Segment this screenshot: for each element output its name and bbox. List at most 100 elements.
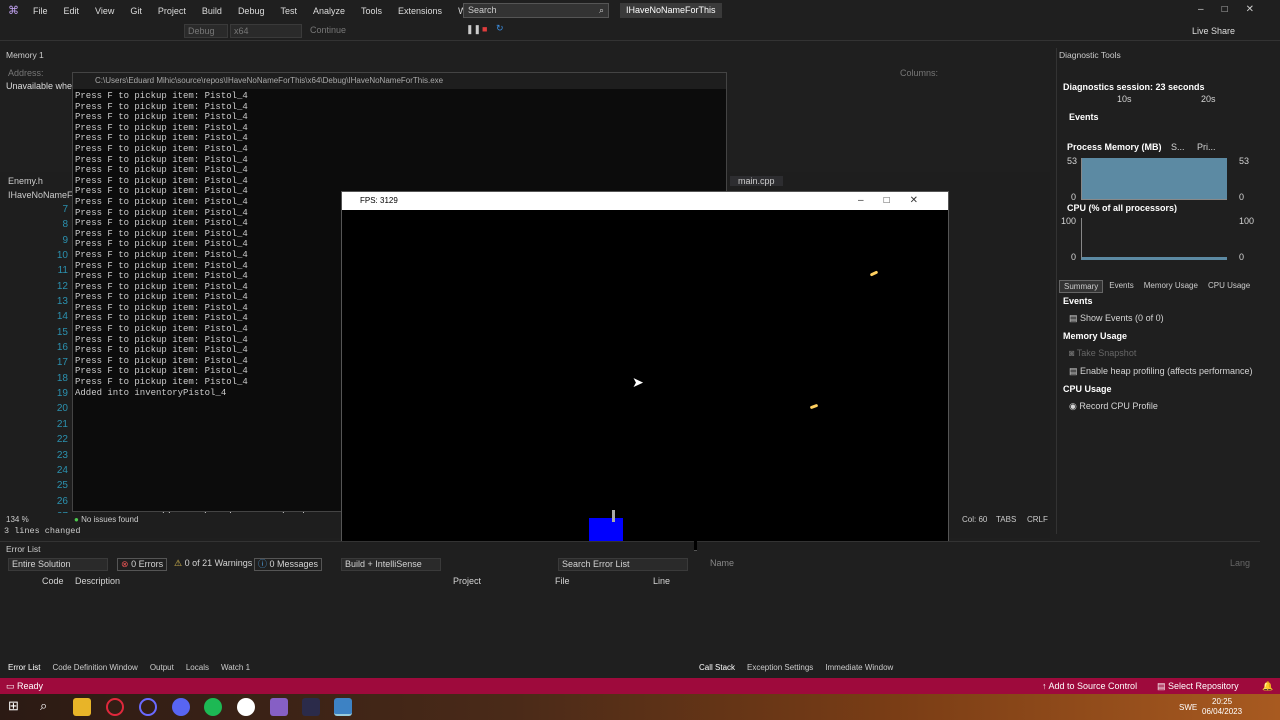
record-cpu-text: Record CPU Profile bbox=[1079, 401, 1158, 411]
errors-filter[interactable]: ⊗ 0 Errors bbox=[117, 558, 168, 571]
menu-item-extensions[interactable]: Extensions bbox=[390, 6, 450, 16]
clock-date[interactable]: 06/04/2023 bbox=[1202, 707, 1242, 716]
scope-dropdown[interactable]: Entire Solution bbox=[8, 558, 108, 571]
record-icon: ◉ bbox=[1069, 401, 1077, 411]
diag-tab-events[interactable]: Events bbox=[1105, 280, 1137, 293]
navigation-dropdown[interactable]: IHaveNoNameF bbox=[8, 190, 73, 200]
close-icon[interactable]: ✕ bbox=[1246, 4, 1272, 15]
select-repository[interactable]: ▤ Select Repository bbox=[1157, 678, 1239, 694]
diag-tab-summary[interactable]: Summary bbox=[1059, 280, 1104, 293]
config-dropdown[interactable]: Debug bbox=[184, 24, 228, 38]
process-memory-label: Process Memory (MB) bbox=[1067, 142, 1162, 152]
memory-min-left: 0 bbox=[1071, 192, 1077, 202]
warnings-filter[interactable]: ⚠ 0 of 21 Warnings bbox=[171, 558, 255, 571]
col-lang[interactable]: Lang bbox=[1230, 558, 1250, 568]
col-code[interactable]: Code bbox=[42, 576, 64, 586]
discord-icon[interactable] bbox=[172, 698, 190, 716]
menu-item-edit[interactable]: Edit bbox=[56, 6, 88, 16]
file-explorer-icon[interactable] bbox=[73, 698, 91, 716]
opera-gx-icon[interactable] bbox=[139, 698, 157, 716]
line-number: 23 bbox=[56, 449, 68, 461]
zoom-level[interactable]: 134 % bbox=[6, 515, 29, 524]
col-file[interactable]: File bbox=[555, 576, 570, 586]
bottom-tab-exception-settings[interactable]: Exception Settings bbox=[743, 663, 817, 672]
platform-dropdown[interactable]: x64 bbox=[230, 24, 302, 38]
tab-main-cpp[interactable]: main.cpp bbox=[730, 176, 783, 186]
bottom-tab-output[interactable]: Output bbox=[146, 663, 178, 672]
memory-legend-p: Pri... bbox=[1197, 142, 1216, 152]
col-line[interactable]: Line bbox=[653, 576, 670, 586]
line-number: 12 bbox=[56, 280, 68, 292]
vs-logo-icon[interactable]: ⌘ bbox=[8, 4, 19, 17]
line-number: 14 bbox=[56, 311, 68, 323]
bottom-tab-immediate-window[interactable]: Immediate Window bbox=[821, 663, 897, 672]
menu-item-view[interactable]: View bbox=[87, 6, 122, 16]
spotify-icon[interactable] bbox=[204, 698, 222, 716]
build-dropdown[interactable]: Build + IntelliSense bbox=[341, 558, 441, 571]
bottom-tab-code-definition-window[interactable]: Code Definition Window bbox=[48, 663, 141, 672]
menu-item-project[interactable]: Project bbox=[150, 6, 194, 16]
indent-mode[interactable]: TABS bbox=[996, 515, 1016, 524]
github-icon[interactable] bbox=[237, 698, 255, 716]
restart-icon[interactable]: ↻ bbox=[496, 23, 504, 34]
cpu-max-left: 100 bbox=[1061, 216, 1077, 226]
menu-items: File Edit View Git Project Build Debug Test Anal… bbox=[25, 6, 533, 16]
line-number: 18 bbox=[56, 372, 68, 384]
menu-item-tools[interactable]: Tools bbox=[353, 6, 390, 16]
search-taskbar-icon[interactable]: ⌕ bbox=[40, 698, 58, 716]
windows-start-icon[interactable]: ⊞ bbox=[8, 698, 26, 716]
memory-legend-s: S... bbox=[1171, 142, 1185, 152]
tab-enemy-h[interactable]: Enemy.h bbox=[8, 176, 43, 186]
timeline-10s: 10s bbox=[1117, 94, 1132, 104]
diag-tab-cpu-usage[interactable]: CPU Usage bbox=[1204, 280, 1254, 293]
visual-studio-icon[interactable] bbox=[270, 698, 288, 716]
cpu-graph bbox=[1081, 218, 1227, 260]
game-close-icon[interactable]: ✕ bbox=[910, 195, 938, 206]
continue-button[interactable]: Continue bbox=[310, 25, 346, 35]
game-window[interactable]: FPS: 3129 –□✕ ➤ bbox=[341, 191, 949, 552]
diag-tab-memory-usage[interactable]: Memory Usage bbox=[1140, 280, 1202, 293]
record-cpu-button[interactable]: ◉ Record CPU Profile bbox=[1069, 401, 1158, 412]
menu-item-analyze[interactable]: Analyze bbox=[305, 6, 353, 16]
line-number: 7 bbox=[62, 204, 68, 215]
col-project[interactable]: Project bbox=[453, 576, 481, 586]
line-numbers: 789101112131415161718192021222324252627 bbox=[40, 202, 68, 524]
maximize-icon[interactable]: □ bbox=[1222, 4, 1246, 15]
game-maximize-icon[interactable]: □ bbox=[884, 195, 910, 206]
col-name[interactable]: Name bbox=[710, 558, 734, 568]
bottom-tab-watch-1[interactable]: Watch 1 bbox=[217, 663, 254, 672]
error-search-input[interactable]: Search Error List bbox=[558, 558, 688, 571]
menu-item-git[interactable]: Git bbox=[122, 6, 150, 16]
diag-title: Diagnostic Tools bbox=[1057, 48, 1260, 62]
diag-tabs: Summary Events Memory Usage CPU Usage bbox=[1059, 280, 1256, 293]
show-events-link[interactable]: ▤ Show Events (0 of 0) bbox=[1069, 313, 1164, 324]
line-ending[interactable]: CRLF bbox=[1027, 515, 1048, 524]
stop-icon[interactable]: ■ bbox=[482, 24, 487, 34]
messages-filter[interactable]: ⓘ 0 Messages bbox=[254, 558, 323, 571]
search-input[interactable]: Search ⌕ bbox=[463, 3, 609, 18]
game-window-icon[interactable] bbox=[334, 698, 352, 716]
heap-profiling-toggle[interactable]: ▤ Enable heap profiling (affects perform… bbox=[1069, 366, 1252, 377]
clock-time[interactable]: 20:25 bbox=[1212, 697, 1232, 706]
bottom-tab-call-stack[interactable]: Call Stack bbox=[695, 663, 739, 672]
menu-item-test[interactable]: Test bbox=[272, 6, 305, 16]
game-minimize-icon[interactable]: – bbox=[858, 195, 884, 206]
live-share-button[interactable]: Live Share bbox=[1192, 26, 1235, 36]
add-source-control[interactable]: ↑ Add to Source Control bbox=[1042, 678, 1137, 694]
bottom-tab-locals[interactable]: Locals bbox=[182, 663, 213, 672]
language-indicator[interactable]: SWE bbox=[1179, 703, 1197, 712]
minimize-icon[interactable]: – bbox=[1198, 4, 1222, 15]
menu-item-debug[interactable]: Debug bbox=[230, 6, 273, 16]
notification-icon[interactable]: 🔔 bbox=[1262, 678, 1273, 694]
opera-icon[interactable] bbox=[106, 698, 124, 716]
bottom-tab-error-list[interactable]: Error List bbox=[4, 663, 44, 672]
console-line: Press F to pickup item: Pistol_4 bbox=[75, 91, 248, 101]
take-snapshot-button[interactable]: ◙ Take Snapshot bbox=[1069, 348, 1136, 358]
events-icon: ▤ bbox=[1069, 313, 1078, 323]
menu-item-build[interactable]: Build bbox=[194, 6, 230, 16]
menu-item-file[interactable]: File bbox=[25, 6, 56, 16]
pause-icon[interactable]: ❚❚ bbox=[466, 24, 481, 35]
terminal-icon[interactable] bbox=[302, 698, 320, 716]
errors-text: 0 Errors bbox=[131, 559, 164, 569]
col-description[interactable]: Description bbox=[75, 576, 120, 586]
